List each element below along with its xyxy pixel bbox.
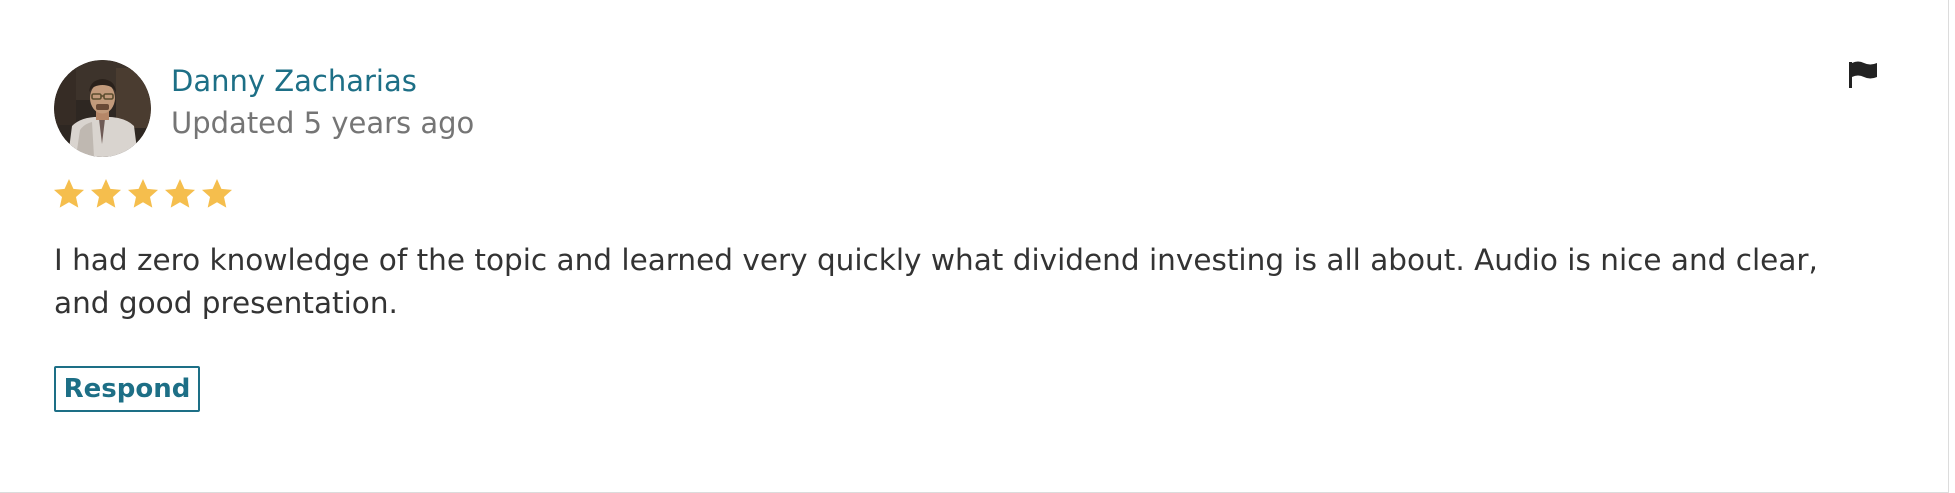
flag-icon-graphic [1849, 61, 1877, 88]
updated-timestamp: Updated 5 years ago [171, 106, 475, 140]
review-card: Danny Zacharias Updated 5 years ago I ha… [0, 0, 1949, 493]
avatar[interactable] [54, 60, 151, 157]
star-icon [202, 179, 232, 208]
reviewer-name-link[interactable]: Danny Zacharias [171, 61, 417, 101]
respond-button[interactable]: Respond [54, 366, 200, 412]
flag-icon[interactable] [1846, 59, 1880, 89]
star-icon [91, 179, 121, 208]
star-rating [52, 177, 234, 211]
avatar-photo [54, 60, 151, 157]
star-icon [165, 179, 195, 208]
review-text: I had zero knowledge of the topic and le… [54, 243, 1818, 320]
star-icon [128, 179, 158, 208]
star-icon [54, 179, 84, 208]
